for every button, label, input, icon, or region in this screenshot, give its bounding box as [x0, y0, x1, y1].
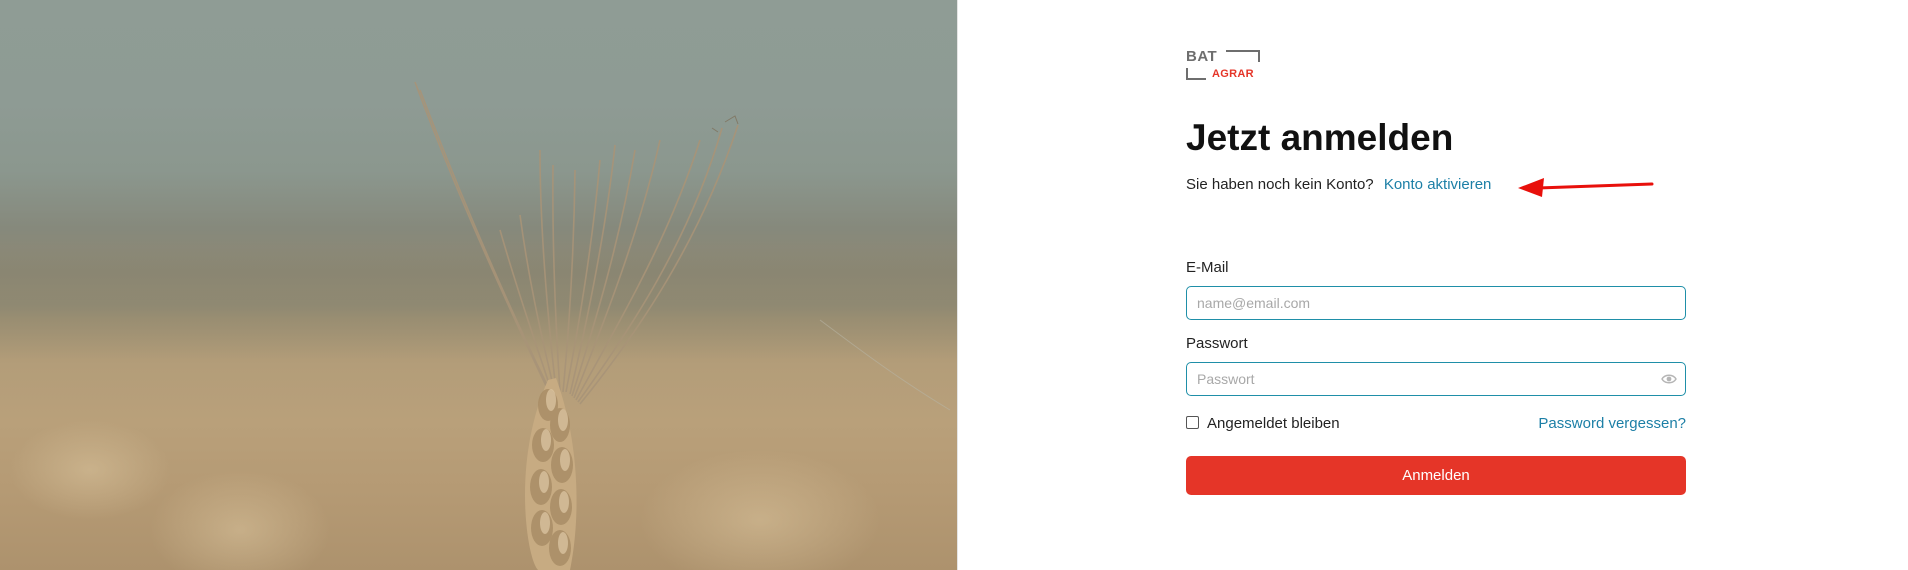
activate-account-link[interactable]: Konto aktivieren — [1384, 176, 1492, 193]
login-options-row: Angemeldet bleiben Password vergessen? — [1186, 414, 1686, 434]
password-field[interactable] — [1187, 363, 1667, 395]
email-field-box[interactable] — [1186, 286, 1686, 320]
hero-image — [0, 0, 957, 570]
bat-agrar-logo[interactable]: BAT AGRAR — [1186, 48, 1266, 82]
password-label: Passwort — [1186, 335, 1248, 352]
login-form: BAT AGRAR Jetzt anmelden Sie haben noch … — [1186, 48, 1686, 495]
logo-frame-top — [1226, 50, 1260, 62]
forgot-password-link[interactable]: Password vergessen? — [1538, 414, 1686, 434]
wheat-ear-icon — [0, 81, 957, 570]
login-page: BAT AGRAR Jetzt anmelden Sie haben noch … — [0, 0, 1908, 570]
login-panel: BAT AGRAR Jetzt anmelden Sie haben noch … — [958, 0, 1908, 570]
remember-me-checkbox[interactable] — [1186, 416, 1199, 429]
page-title: Jetzt anmelden — [1186, 117, 1454, 158]
annotation-arrow-icon — [1518, 178, 1654, 197]
show-password-eye-icon[interactable] — [1661, 372, 1677, 386]
logo-text-bat: BAT — [1186, 48, 1218, 65]
signup-prompt: Sie haben noch kein Konto? Konto aktivie… — [1186, 174, 1686, 197]
no-account-text: Sie haben noch kein Konto? — [1186, 176, 1374, 193]
login-button[interactable]: Anmelden — [1186, 456, 1686, 495]
logo-text-agrar: AGRAR — [1212, 68, 1254, 80]
email-label: E-Mail — [1186, 259, 1229, 276]
remember-me-label[interactable]: Angemeldet bleiben — [1207, 415, 1340, 432]
password-field-box[interactable] — [1186, 362, 1686, 396]
logo-frame-bottom — [1186, 68, 1206, 80]
email-field[interactable] — [1187, 287, 1667, 319]
